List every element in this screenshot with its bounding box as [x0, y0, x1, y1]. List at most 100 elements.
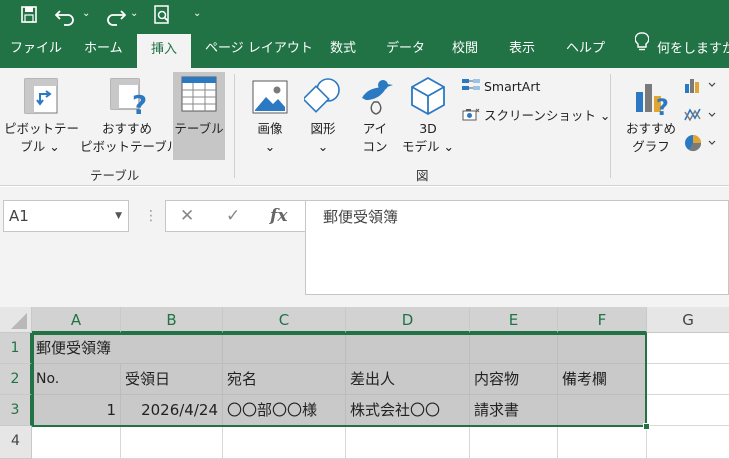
- select-all-corner[interactable]: [0, 307, 32, 333]
- cell-g3[interactable]: [647, 395, 729, 426]
- row-header-1[interactable]: 1: [0, 333, 32, 364]
- 3d-models-label-2: モデル ⌄: [402, 139, 454, 154]
- column-header-a[interactable]: A: [32, 307, 121, 333]
- enter-check-icon[interactable]: ✓: [226, 201, 240, 231]
- recommended-chart-button[interactable]: ? おすすめ グラフ: [622, 74, 680, 162]
- cell-d3[interactable]: 株式会社〇〇: [346, 395, 470, 426]
- cell-e4[interactable]: [470, 426, 558, 459]
- cell-d2[interactable]: 差出人: [346, 364, 470, 395]
- cell-a3[interactable]: 1: [32, 395, 121, 426]
- column-header-e[interactable]: E: [470, 307, 558, 333]
- tab-insert[interactable]: 挿入: [137, 34, 191, 68]
- recommended-pivot-button[interactable]: ? おすすめ ピボットテーブル: [80, 74, 180, 162]
- cell-g2[interactable]: [647, 364, 729, 395]
- cell-a1[interactable]: 郵便受領簿: [32, 333, 121, 364]
- cell-f2[interactable]: 備考欄: [558, 364, 647, 395]
- pie-chart-button[interactable]: [684, 134, 718, 154]
- cell-f1[interactable]: [558, 333, 647, 364]
- line-chart-button[interactable]: [684, 106, 718, 126]
- tab-view[interactable]: 表示: [509, 30, 535, 68]
- undo-dropdown-icon[interactable]: ⌄: [82, 2, 90, 26]
- image-label: 画像: [257, 121, 283, 136]
- tell-me-search[interactable]: 何をしますか: [634, 30, 729, 68]
- cell-g1[interactable]: [647, 333, 729, 364]
- cell-c3[interactable]: 〇〇部〇〇様: [223, 395, 346, 426]
- redo-icon[interactable]: [104, 0, 126, 30]
- smartart-button[interactable]: SmartArt: [462, 77, 540, 97]
- cell-f3[interactable]: [558, 395, 647, 426]
- insert-function-icon[interactable]: fx: [270, 201, 287, 231]
- svg-text:?: ?: [132, 91, 147, 116]
- formula-bar-grip-icon[interactable]: ⋮: [144, 203, 158, 229]
- pivot-table-label-1: ピボットテー: [4, 121, 80, 136]
- undo-icon[interactable]: [55, 0, 77, 30]
- spreadsheet-grid: A B C D E F G 1 2 3 4 郵便受領簿 No. 受領日 宛名 差…: [0, 307, 729, 459]
- recommended-pivot-label-2: ピボットテーブル: [80, 139, 180, 154]
- pivot-table-button[interactable]: ピボットテー ブル ⌄: [4, 74, 80, 162]
- pivot-table-icon: [24, 78, 58, 118]
- formula-input[interactable]: 郵便受領簿: [305, 200, 729, 295]
- name-box-dropdown-icon[interactable]: ▼: [115, 201, 122, 231]
- cell-a4[interactable]: [32, 426, 121, 459]
- cell-d4[interactable]: [346, 426, 470, 459]
- cell-c2[interactable]: 宛名: [223, 364, 346, 395]
- row-header-3[interactable]: 3: [0, 395, 32, 426]
- tab-data[interactable]: データ: [386, 30, 425, 68]
- screenshot-label: スクリーンショット ⌄: [484, 108, 611, 123]
- fill-handle[interactable]: [643, 423, 650, 430]
- column-header-b[interactable]: B: [121, 307, 223, 333]
- cell-b4[interactable]: [121, 426, 223, 459]
- redo-dropdown-icon[interactable]: ⌄: [130, 2, 138, 26]
- icons-bird-icon: [356, 76, 394, 120]
- recommended-pivot-icon: ?: [110, 78, 148, 121]
- icons-button[interactable]: アイ コン: [354, 74, 396, 162]
- name-box[interactable]: A1 ▼: [3, 200, 129, 232]
- shapes-dropdown: ⌄: [317, 139, 329, 154]
- cell-c4[interactable]: [223, 426, 346, 459]
- cell-b1[interactable]: [121, 333, 223, 364]
- image-button[interactable]: 画像 ⌄: [248, 74, 292, 162]
- tab-file[interactable]: ファイル: [10, 30, 62, 68]
- tab-review[interactable]: 校閲: [452, 30, 478, 68]
- recommended-chart-icon: ?: [634, 78, 672, 121]
- column-header-f[interactable]: F: [558, 307, 647, 333]
- table-icon: [181, 76, 217, 116]
- cell-b2[interactable]: 受領日: [121, 364, 223, 395]
- customize-quick-access-icon[interactable]: ⌄: [193, 2, 201, 26]
- formula-buttons: ✕ ✓ fx: [165, 200, 306, 232]
- cell-g4[interactable]: [647, 426, 729, 459]
- column-header-c[interactable]: C: [223, 307, 346, 333]
- group-separator: [610, 74, 611, 178]
- cell-f4[interactable]: [558, 426, 647, 459]
- cell-d1[interactable]: [346, 333, 470, 364]
- column-chart-button[interactable]: [684, 76, 718, 96]
- cell-a2[interactable]: No.: [32, 364, 121, 395]
- row-header-2[interactable]: 2: [0, 364, 32, 395]
- column-header-d[interactable]: D: [346, 307, 470, 333]
- cell-e3[interactable]: 請求書: [470, 395, 558, 426]
- pie-chart-icon: [684, 134, 718, 158]
- image-icon: [252, 80, 288, 118]
- tab-help[interactable]: ヘルプ: [566, 30, 605, 68]
- tab-formulas[interactable]: 数式: [330, 30, 356, 68]
- column-chart-icon: [684, 76, 718, 100]
- screenshot-button[interactable]: スクリーンショット ⌄: [462, 106, 610, 126]
- cell-e2[interactable]: 内容物: [470, 364, 558, 395]
- cancel-icon[interactable]: ✕: [180, 201, 194, 231]
- cell-e1[interactable]: [470, 333, 558, 364]
- group-label-table: テーブル: [90, 168, 140, 183]
- shapes-button[interactable]: 図形 ⌄: [300, 74, 346, 162]
- recommended-chart-label-2: グラフ: [632, 139, 670, 154]
- 3d-cube-icon: [410, 76, 446, 120]
- print-preview-icon[interactable]: [153, 0, 173, 30]
- tab-home[interactable]: ホーム: [84, 30, 123, 68]
- shapes-label: 図形: [310, 121, 336, 136]
- row-header-4[interactable]: 4: [0, 426, 32, 459]
- tab-page-layout[interactable]: ページ レイアウト: [205, 30, 313, 68]
- column-header-g[interactable]: G: [647, 307, 729, 333]
- cell-b3[interactable]: 2026/4/24: [121, 395, 223, 426]
- table-button[interactable]: テーブル: [173, 72, 225, 160]
- 3d-models-button[interactable]: 3D モデル ⌄: [402, 74, 454, 162]
- cell-c1[interactable]: [223, 333, 346, 364]
- save-icon[interactable]: [20, 0, 38, 30]
